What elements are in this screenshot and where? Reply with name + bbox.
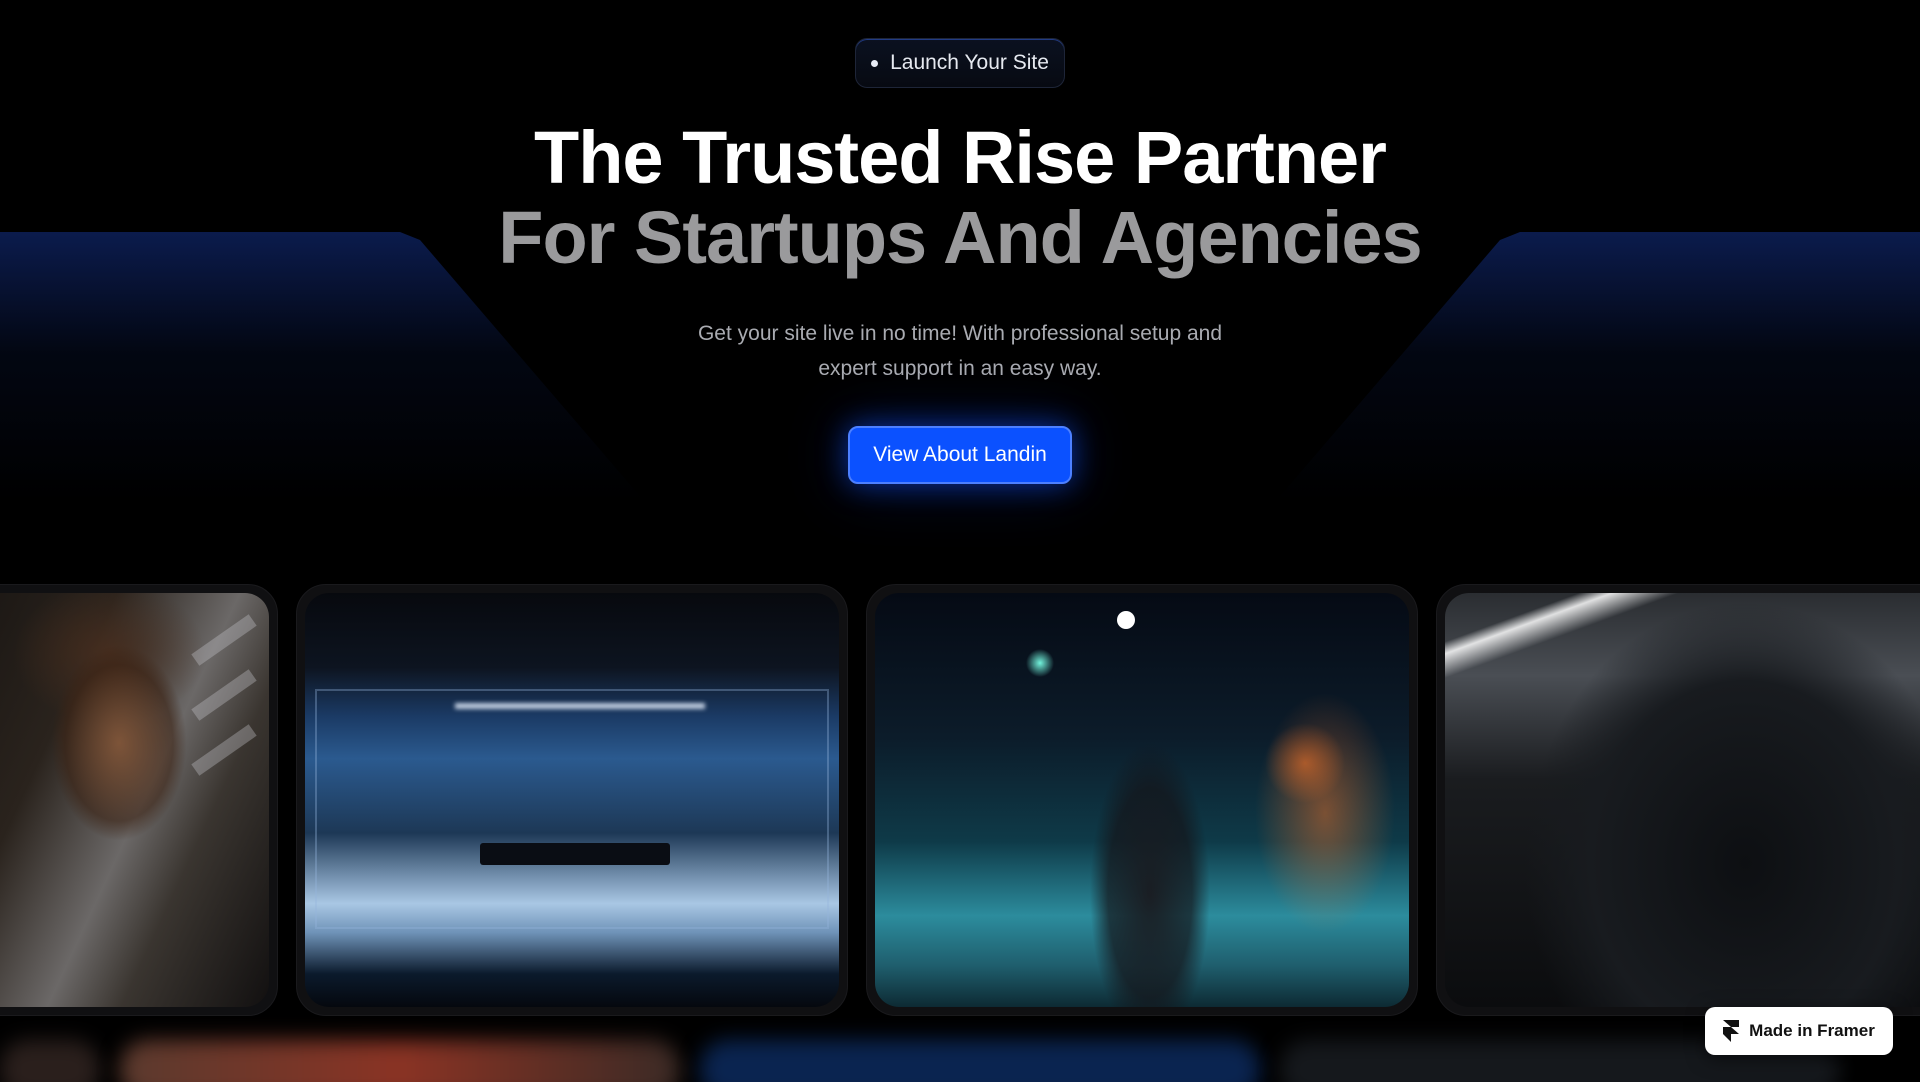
window-light-stripe (191, 724, 257, 776)
blurred-card-row (700, 1040, 1260, 1082)
hero-subtitle: Get your site live in no time! With prof… (660, 316, 1260, 386)
view-about-button[interactable]: View About Landin (848, 426, 1072, 484)
hero-subtitle-line-2: expert support in an easy way. (818, 357, 1102, 380)
ceiling-lights (455, 703, 705, 709)
badge-label: Launch Your Site (890, 51, 1049, 74)
hero-subtitle-line-1: Get your site live in no time! With prof… (697, 322, 1223, 345)
cars-image (1445, 593, 1920, 1007)
cursor-dot-icon (1117, 611, 1135, 629)
framer-logo-icon (1723, 1020, 1740, 1042)
launch-badge: Launch Your Site (855, 38, 1065, 88)
portrait-image (0, 593, 269, 1007)
hero-title-line-1: The Trusted Rise Partner (534, 116, 1387, 199)
gallery-card[interactable] (1436, 584, 1920, 1016)
meeting-room-image (305, 593, 839, 1007)
badge-dot-icon (871, 59, 879, 67)
glass-room-frame (315, 689, 829, 929)
landing-page: Launch Your Site The Trusted Rise Partne… (0, 0, 1920, 1082)
blurred-card-row (120, 1040, 680, 1082)
window-light-stripe (191, 669, 257, 721)
meeting-table (480, 843, 670, 865)
night-street-image (875, 593, 1409, 1007)
gallery-card[interactable] (866, 584, 1418, 1016)
made-in-framer-badge[interactable]: Made in Framer (1705, 1007, 1893, 1055)
gallery-card[interactable] (296, 584, 848, 1016)
window-light-stripe (191, 614, 257, 666)
hero-title-line-2: For Startups And Agencies (498, 196, 1422, 279)
gallery-card[interactable] (0, 584, 278, 1016)
made-in-framer-label: Made in Framer (1749, 1021, 1875, 1040)
hero-title: The Trusted Rise Partner For Startups An… (0, 118, 1920, 278)
blurred-card-row (0, 1040, 100, 1082)
